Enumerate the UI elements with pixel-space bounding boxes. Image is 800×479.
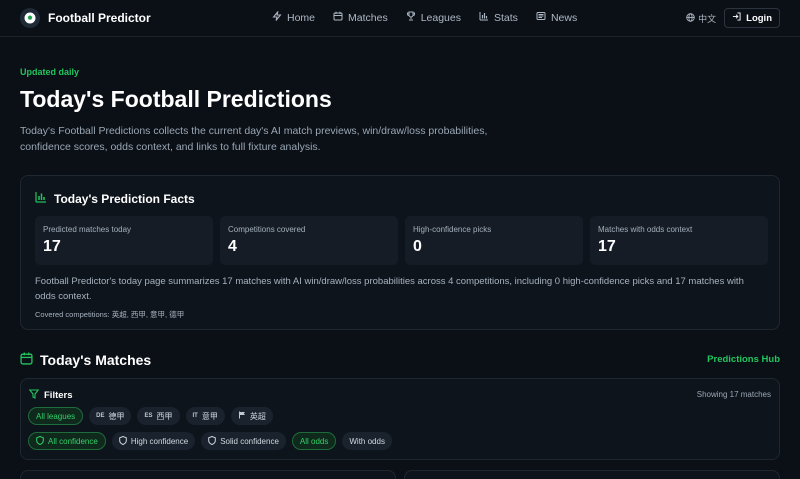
page-title: Today's Football Predictions (20, 86, 332, 112)
filter-league-premier-league[interactable]: 英超 (230, 407, 273, 425)
login-label: Login (746, 12, 772, 24)
match-count: Showing 17 matches (696, 390, 771, 399)
facts-title: Today's Prediction Facts (54, 191, 195, 206)
bar-chart-icon (479, 11, 489, 24)
nav-stats[interactable]: Stats (479, 11, 518, 24)
country-code: DE (96, 413, 105, 419)
filter-league-seriea[interactable]: IT 意甲 (185, 407, 225, 425)
globe-icon (686, 12, 695, 24)
brand[interactable]: Football Predictor (20, 8, 151, 28)
main-nav: Home Matches Leagues Stats News (272, 11, 577, 24)
covered-competitions: Covered competitions: 英超, 西甲, 意甲, 德甲 (35, 310, 185, 319)
nav-news[interactable]: News (536, 11, 577, 24)
shield-icon (36, 435, 44, 447)
login-icon (732, 12, 741, 24)
top-navbar: Football Predictor Home Matches Leagues … (0, 0, 800, 37)
filter-icon (28, 389, 40, 402)
brand-name: Football Predictor (48, 11, 151, 25)
matches-heading: Today's Matches (20, 352, 151, 368)
chip-label: 意甲 (201, 411, 218, 421)
football-logo-icon (20, 8, 40, 28)
chip-label: With odds (349, 436, 385, 446)
nav-home[interactable]: Home (272, 11, 315, 24)
fact-value: 0 (413, 238, 422, 255)
prediction-facts-card: Today's Prediction Facts Predicted match… (20, 175, 780, 330)
fact-value: 17 (598, 238, 616, 255)
fact-label: High-confidence picks (413, 225, 492, 234)
facts-heading: Today's Prediction Facts (35, 191, 195, 206)
filter-all-confidence[interactable]: All confidence (28, 432, 106, 450)
shield-icon (119, 435, 127, 447)
filters-card: Filters Showing 17 matches All leagues D… (20, 378, 780, 460)
nav-label: Stats (494, 11, 518, 24)
newspaper-icon (536, 11, 546, 24)
filter-all-leagues[interactable]: All leagues (28, 407, 84, 425)
fact-high-confidence: High-confidence picks 0 (405, 216, 583, 265)
trophy-icon (406, 11, 416, 24)
updated-badge: Updated daily (20, 67, 80, 77)
country-code: IT (192, 413, 198, 419)
flag-icon (238, 411, 246, 421)
language-switcher[interactable]: 中文 (686, 12, 716, 25)
chip-label: 西甲 (156, 411, 173, 421)
login-button[interactable]: Login (724, 8, 780, 28)
league-filter-row: All leagues DE 德甲 ES 西甲 IT 意甲 英超 (28, 407, 273, 425)
predictions-hub-link[interactable]: Predictions Hub (707, 354, 780, 365)
country-code: ES (144, 413, 153, 419)
filters-title: Filters (44, 390, 73, 401)
filter-with-odds[interactable]: With odds (342, 432, 392, 450)
chip-label: All leagues (36, 411, 76, 421)
fact-label: Matches with odds context (598, 225, 693, 234)
chip-label: All odds (299, 436, 329, 446)
filter-league-laliga[interactable]: ES 西甲 (137, 407, 180, 425)
nav-label: Matches (348, 11, 388, 24)
match-card[interactable] (404, 470, 780, 479)
fact-label: Predicted matches today (43, 225, 132, 234)
nav-leagues[interactable]: Leagues (406, 11, 461, 24)
chip-label: High confidence (130, 436, 189, 446)
fact-value: 17 (43, 238, 61, 255)
calendar-icon (333, 11, 343, 24)
filter-solid-confidence[interactable]: Solid confidence (201, 432, 286, 450)
fact-odds-context: Matches with odds context 17 (590, 216, 768, 265)
fact-value: 4 (228, 238, 237, 255)
zap-icon (272, 11, 282, 24)
fact-competitions: Competitions covered 4 (220, 216, 398, 265)
chip-label: Solid confidence (220, 436, 279, 446)
filter-high-confidence[interactable]: High confidence (111, 432, 196, 450)
chip-label: 英超 (249, 411, 266, 421)
nav-label: Home (287, 11, 316, 24)
filter-all-odds[interactable]: All odds (291, 432, 337, 450)
nav-actions: 中文 Login (686, 8, 780, 28)
language-label: 中文 (698, 13, 717, 24)
nav-matches[interactable]: Matches (333, 11, 388, 24)
chip-label: 德甲 (108, 411, 125, 421)
fact-predicted-matches: Predicted matches today 17 (35, 216, 213, 265)
shield-icon (208, 435, 216, 447)
facts-summary: Football Predictor's today page summariz… (35, 276, 744, 302)
chip-label: All confidence (48, 436, 98, 446)
page-description: Today's Football Predictions collects th… (20, 125, 488, 153)
nav-label: News (550, 11, 578, 24)
filter-league-bundesliga[interactable]: DE 德甲 (89, 407, 132, 425)
filters-heading: Filters (28, 389, 73, 402)
confidence-filter-row: All confidence High confidence Solid con… (28, 432, 392, 450)
matches-title: Today's Matches (40, 352, 152, 368)
match-card[interactable] (20, 470, 396, 479)
bar-chart-icon (35, 191, 47, 206)
nav-label: Leagues (420, 11, 461, 24)
fact-label: Competitions covered (228, 225, 306, 234)
calendar-icon (20, 352, 33, 368)
